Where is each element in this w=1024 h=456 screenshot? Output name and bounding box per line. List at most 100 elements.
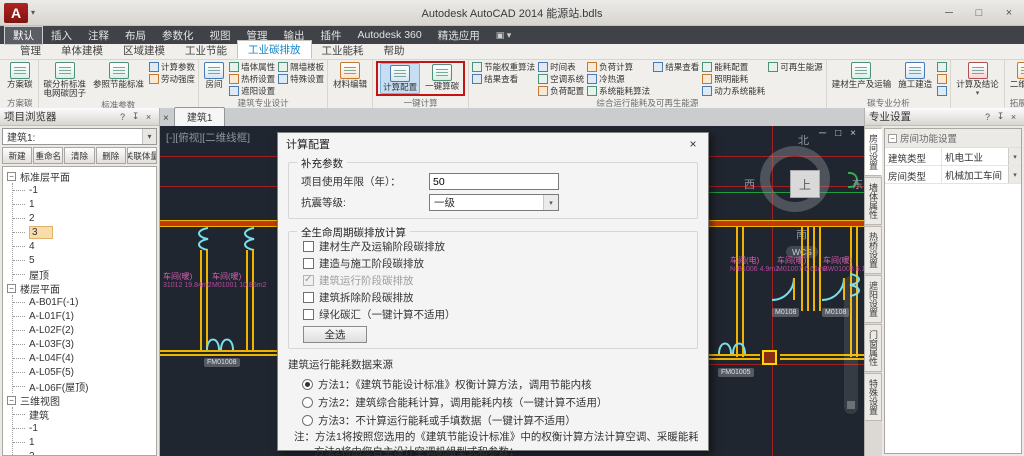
tree-item[interactable]: A-L05F(5) [13,365,156,379]
tree-item[interactable]: A-L03F(3) [13,337,156,351]
checkbox-icon[interactable] [303,309,314,320]
drawing-minimize-icon[interactable]: ─ [819,128,826,139]
result-view-button[interactable]: 结果查看 [472,73,535,85]
help-icon[interactable]: ? [981,112,994,122]
hvac-system-button[interactable]: 空调系统 [538,73,584,85]
reference-standard-button[interactable]: 参照节能标准 [91,61,146,90]
result-view2-button[interactable]: 结果查看 [653,61,699,73]
calc-conclusion-button[interactable]: 计算及结论 ▾ [954,61,1001,99]
room-button[interactable]: 房间 [202,61,226,90]
collapse-icon[interactable]: − [888,133,897,143]
tree-item[interactable]: 2 [13,449,156,456]
tree-item[interactable]: -1 [13,183,156,197]
list-icon[interactable] [937,62,948,72]
tree-item[interactable]: A-L02F(2) [13,323,156,337]
tree-item[interactable]: 4 [13,239,156,253]
viewcube-top[interactable]: 上 [790,170,820,198]
drawing-close-icon[interactable]: × [850,128,856,139]
checkbox-demolition[interactable]: 建筑拆除阶段碳排放 [303,289,689,306]
vtab-shading[interactable]: 遮阳设置 [865,275,882,323]
schedule-button[interactable]: 时间表 [538,61,584,73]
scheme-carbon-button[interactable]: 方案碳 [5,61,35,90]
checkbox-icon[interactable] [303,258,314,269]
vtab-wall-properties[interactable]: 墙体属性 [865,177,882,225]
vtab-room-settings[interactable]: 房间设置 [865,128,882,176]
load-config-button[interactable]: 负荷配置 [538,85,584,97]
panel-close-icon[interactable]: × [1007,112,1020,122]
tab-industrial-consumption[interactable]: 工业能耗 [312,42,374,59]
special-settings-button[interactable]: 特殊设置 [278,73,324,85]
energy-weight-algorithm-button[interactable]: 节能权重算法 [472,61,535,73]
select-all-button[interactable]: 全选 [303,326,367,343]
pin-icon[interactable]: ↧ [994,111,1007,122]
tab-help[interactable]: 帮助 [374,42,415,59]
help-icon[interactable]: ? [116,112,129,122]
material-edit-button[interactable]: 材料编辑 [331,61,369,90]
checkbox-construction[interactable]: 建造与施工阶段碳排放 [303,255,689,272]
vtab-special[interactable]: 特殊设置 [865,373,882,421]
dropdown-arrow-icon[interactable]: ▾ [543,195,558,210]
shading-settings-button[interactable]: 遮阳设置 [229,85,275,97]
vtab-door-window[interactable]: 门窗属性 [865,324,882,372]
radio-icon[interactable] [302,396,313,408]
ribbon-tab-autodesk360[interactable]: Autodesk 360 [350,28,430,42]
ribbon-tab-view[interactable]: 视图 [202,27,239,44]
dialog-close-icon[interactable]: × [678,133,708,155]
radio-method3[interactable]: 方法3：不计算运行能耗或手填数据（一键计算不适用） [302,411,698,429]
building-type-select[interactable]: 机电工业 ▾ [941,148,1021,165]
tab-region-modeling[interactable]: 区域建模 [113,42,175,59]
ribbon-tab-annotate[interactable]: 注释 [80,27,117,44]
tree-section-3d-views[interactable]: − 三维视图 [7,393,156,408]
calc-config-button[interactable]: 计算配置 [380,63,421,94]
tree-section-standard-plans[interactable]: − 标准层平面 [7,169,156,184]
new-button[interactable]: 新建 [2,147,33,164]
delete-button[interactable]: 删除 [95,147,126,164]
tree-item[interactable]: -1 [13,421,156,435]
calc-params-button[interactable]: 计算参数 [149,61,195,73]
radio-method1[interactable]: 方法1：《建筑节能设计标准》权衡计算方法，调用节能内核 [302,375,698,393]
room-type-select[interactable]: 机械加工车间 ▾ [941,166,1021,183]
ribbon-tab-parametric[interactable]: 参数化 [154,27,202,44]
window-minimize-button[interactable]: ─ [934,1,964,25]
grid-carbon-factor-button[interactable]: 碳分析标准 电网碳因子 [42,61,89,99]
panel-close-icon[interactable]: × [142,112,155,122]
export-icon[interactable] [937,86,948,96]
radio-method2[interactable]: 方法2：建筑综合能耗计算，调用能耗内核（一键计算不适用） [302,393,698,411]
heat-cold-source-button[interactable]: 冷热源 [587,73,650,85]
navbar-button[interactable] [847,401,855,409]
tab-bar-close-icon[interactable]: × [163,113,169,126]
file-tab-building1[interactable]: 建筑1 [173,107,226,126]
tab-single-modeling[interactable]: 单体建模 [51,42,113,59]
clear-button[interactable]: 清除 [64,147,95,164]
labor-intensity-button[interactable]: 劳动强度 [149,73,195,85]
ribbon-tab-featured-apps[interactable]: 精选应用 [430,27,488,44]
navigation-bar[interactable] [844,276,858,414]
pin-icon[interactable]: ↧ [129,111,142,122]
2d-heat-transfer-button[interactable]: 二维传热 [1008,61,1024,90]
checkbox-icon[interactable] [303,241,314,252]
tree-item[interactable]: 2 [13,211,156,225]
drawing-restore-icon[interactable]: □ [835,128,841,139]
compass-west[interactable]: 西 [744,176,755,192]
collapse-icon[interactable]: − [7,395,16,405]
combo-arrow-icon[interactable]: ▾ [142,129,156,144]
checkbox-green-carbon-sink[interactable]: 绿化碳汇（一键计算不适用） [303,306,689,323]
service-life-input[interactable] [429,173,559,190]
tree-item[interactable]: A-L01F(1) [13,309,156,323]
tab-industrial-carbon[interactable]: 工业碳排放 [237,40,312,59]
material-production-transport-button[interactable]: 建材生产及运输 [830,61,894,90]
partition-floor-button[interactable]: 隔墙楼板 [278,61,324,73]
tree-item[interactable]: 5 [13,253,156,267]
tab-manage[interactable]: 管理 [10,42,51,59]
checkbox-icon[interactable] [303,292,314,303]
viewport-controls[interactable]: [-][俯视][二维线框] [166,130,250,145]
checkbox-material-production[interactable]: 建材生产及运输阶段碳排放 [303,238,689,255]
dialog-titlebar[interactable]: 计算配置 × [278,133,708,155]
system-energy-algorithm-button[interactable]: 系统能耗算法 [587,85,650,97]
seismic-grade-select[interactable]: 一级 ▾ [429,194,559,211]
tree-item[interactable]: 1 [13,197,156,211]
autocad-logo-icon[interactable]: A [4,2,28,23]
ribbon-tab-insert[interactable]: 插入 [43,27,80,44]
energy-config-button[interactable]: 能耗配置 [702,61,765,73]
vtab-thermal-bridge[interactable]: 热桥设置 [865,226,882,274]
